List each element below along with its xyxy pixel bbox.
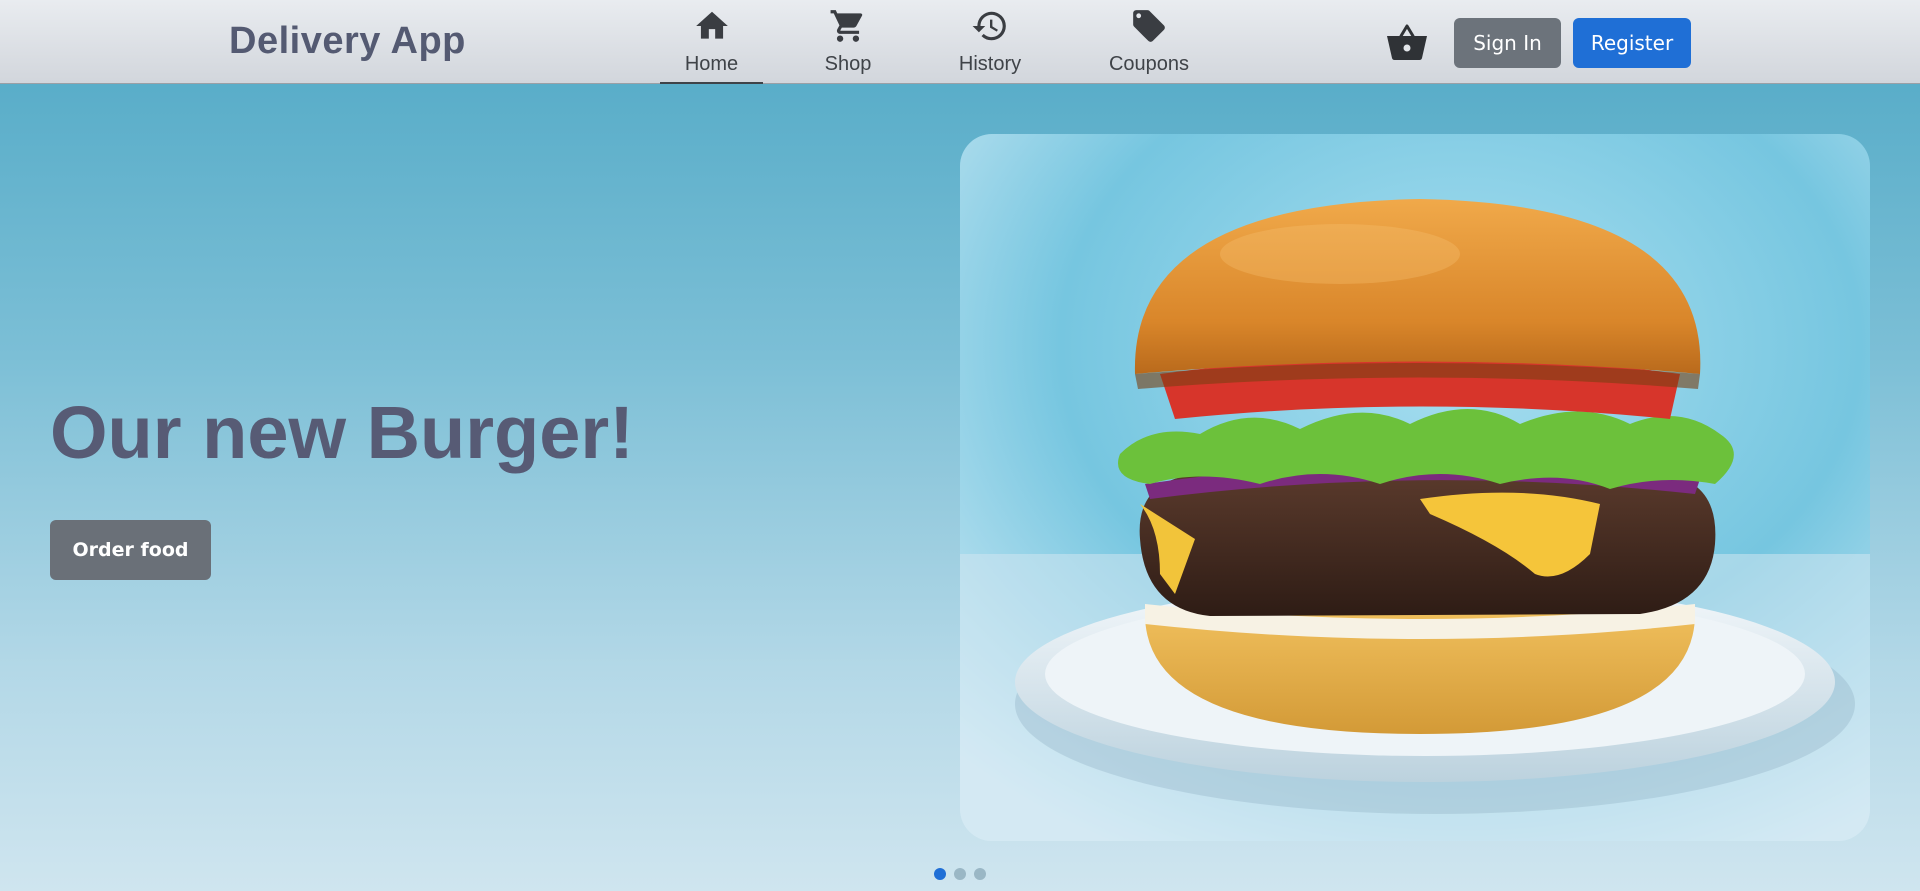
nav-item-history[interactable]: History (950, 4, 1030, 84)
register-button[interactable]: Register (1573, 18, 1691, 68)
nav-item-label: History (958, 53, 1022, 75)
nav-item-shop[interactable]: Shop (808, 4, 888, 84)
top-navbar: Delivery App Home Shop History Coupons S… (0, 0, 1920, 84)
order-food-button[interactable]: Order food (50, 520, 211, 580)
nav-item-label: Home (684, 53, 739, 75)
carousel-indicators (934, 868, 986, 880)
carousel-dot-3[interactable] (974, 868, 986, 880)
nav-item-label: Coupons (1108, 53, 1190, 75)
basket-icon[interactable] (1385, 22, 1429, 62)
home-icon (692, 6, 732, 46)
burger-image (960, 134, 1870, 841)
cart-icon (828, 6, 868, 46)
carousel-dot-2[interactable] (954, 868, 966, 880)
hero-title: Our new Burger! (50, 391, 634, 474)
nav-item-home[interactable]: Home (660, 4, 763, 84)
nav-item-coupons[interactable]: Coupons (1104, 4, 1194, 84)
carousel-dot-1[interactable] (934, 868, 946, 880)
history-icon (970, 6, 1010, 46)
tag-icon (1129, 6, 1169, 46)
sign-in-button[interactable]: Sign In (1454, 18, 1561, 68)
brand-logo[interactable]: Delivery App (229, 20, 466, 63)
nav-item-label: Shop (824, 53, 872, 75)
